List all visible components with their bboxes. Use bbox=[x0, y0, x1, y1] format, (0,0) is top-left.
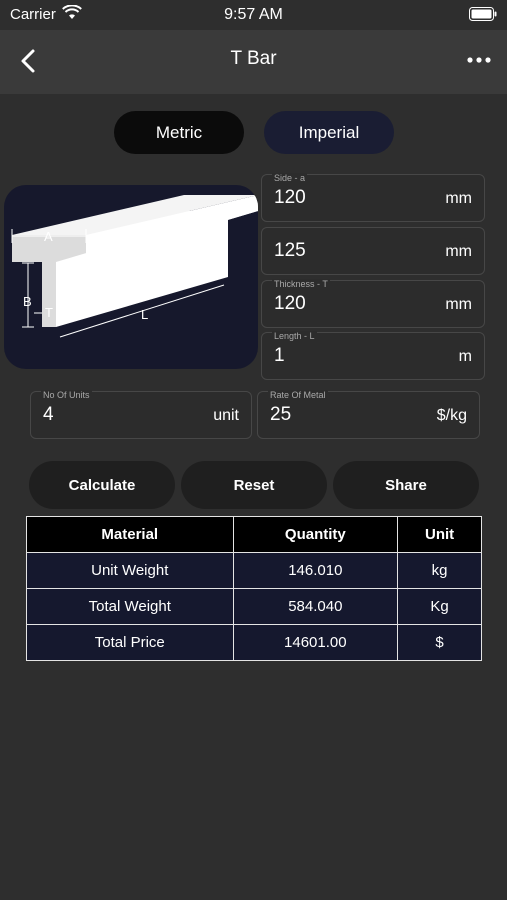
dimension-label-a: A bbox=[44, 229, 53, 244]
more-horizontal-icon[interactable] bbox=[465, 52, 493, 68]
unit-cell: $ bbox=[397, 624, 482, 661]
material-cell: Total Price bbox=[26, 624, 234, 661]
battery-icon bbox=[469, 7, 497, 21]
dimension-label-l: L bbox=[141, 307, 148, 322]
unit-cell: kg bbox=[397, 552, 482, 589]
dimension-label-b: B bbox=[23, 294, 32, 309]
length-field[interactable]: Length - L 1 m bbox=[261, 331, 485, 380]
thickness-field[interactable]: Thickness - T 120 mm bbox=[261, 279, 485, 328]
results-header-row: Material Quantity Unit bbox=[26, 516, 482, 553]
thickness-unit: mm bbox=[445, 296, 472, 313]
clock: 9:57 AM bbox=[224, 6, 283, 23]
units-label: No Of Units bbox=[41, 390, 92, 400]
length-value: 1 bbox=[274, 345, 285, 366]
length-label: Length - L bbox=[272, 331, 317, 341]
side-b-unit: mm bbox=[445, 243, 472, 260]
rate-value: 25 bbox=[270, 404, 292, 425]
results-table: Material Quantity Unit Unit Weight 146.0… bbox=[26, 516, 482, 661]
imperial-toggle-button[interactable]: Imperial bbox=[264, 111, 394, 154]
units-value: 4 bbox=[43, 404, 54, 425]
side-a-value: 120 bbox=[274, 187, 306, 208]
reset-button[interactable]: Reset bbox=[181, 461, 327, 509]
rate-unit: $/kg bbox=[436, 407, 467, 424]
t-bar-illustration: A B T L bbox=[11, 195, 258, 338]
side-b-value: 125 bbox=[274, 240, 306, 261]
table-row: Total Price 14601.00 $ bbox=[26, 624, 482, 661]
quantity-cell: 146.010 bbox=[232, 552, 399, 589]
table-row: Unit Weight 146.010 kg bbox=[26, 552, 482, 589]
page-title: T Bar bbox=[230, 48, 277, 69]
header-unit: Unit bbox=[397, 516, 482, 553]
thickness-value: 120 bbox=[274, 293, 306, 314]
thickness-label: Thickness - T bbox=[272, 279, 330, 289]
header-material: Material bbox=[26, 516, 234, 553]
side-a-unit: mm bbox=[445, 190, 472, 207]
material-cell: Unit Weight bbox=[26, 552, 234, 589]
units-field[interactable]: No Of Units 4 unit bbox=[30, 390, 252, 439]
status-bar: Carrier 9:57 AM bbox=[0, 0, 507, 30]
quantity-cell: 584.040 bbox=[232, 588, 399, 625]
table-row: Total Weight 584.040 Kg bbox=[26, 588, 482, 625]
unit-cell: Kg bbox=[397, 588, 482, 625]
length-unit: m bbox=[458, 348, 472, 365]
calculate-button[interactable]: Calculate bbox=[29, 461, 175, 509]
side-b-field[interactable]: 125 mm bbox=[261, 227, 485, 275]
metric-toggle-button[interactable]: Metric bbox=[114, 111, 244, 154]
side-a-label: Side - a bbox=[272, 173, 308, 183]
dimension-label-t: T bbox=[45, 305, 53, 320]
rate-field[interactable]: Rate Of Metal 25 $/kg bbox=[257, 390, 480, 439]
share-button[interactable]: Share bbox=[333, 461, 479, 509]
material-cell: Total Weight bbox=[26, 588, 234, 625]
quantity-cell: 14601.00 bbox=[232, 624, 399, 661]
t-bar-diagram: A B T L bbox=[4, 185, 258, 369]
rate-label: Rate Of Metal bbox=[268, 390, 328, 400]
navigation-bar: T Bar bbox=[0, 30, 507, 94]
header-quantity: Quantity bbox=[232, 516, 399, 553]
side-a-field[interactable]: Side - a 120 mm bbox=[261, 173, 485, 222]
units-unit: unit bbox=[213, 407, 239, 424]
